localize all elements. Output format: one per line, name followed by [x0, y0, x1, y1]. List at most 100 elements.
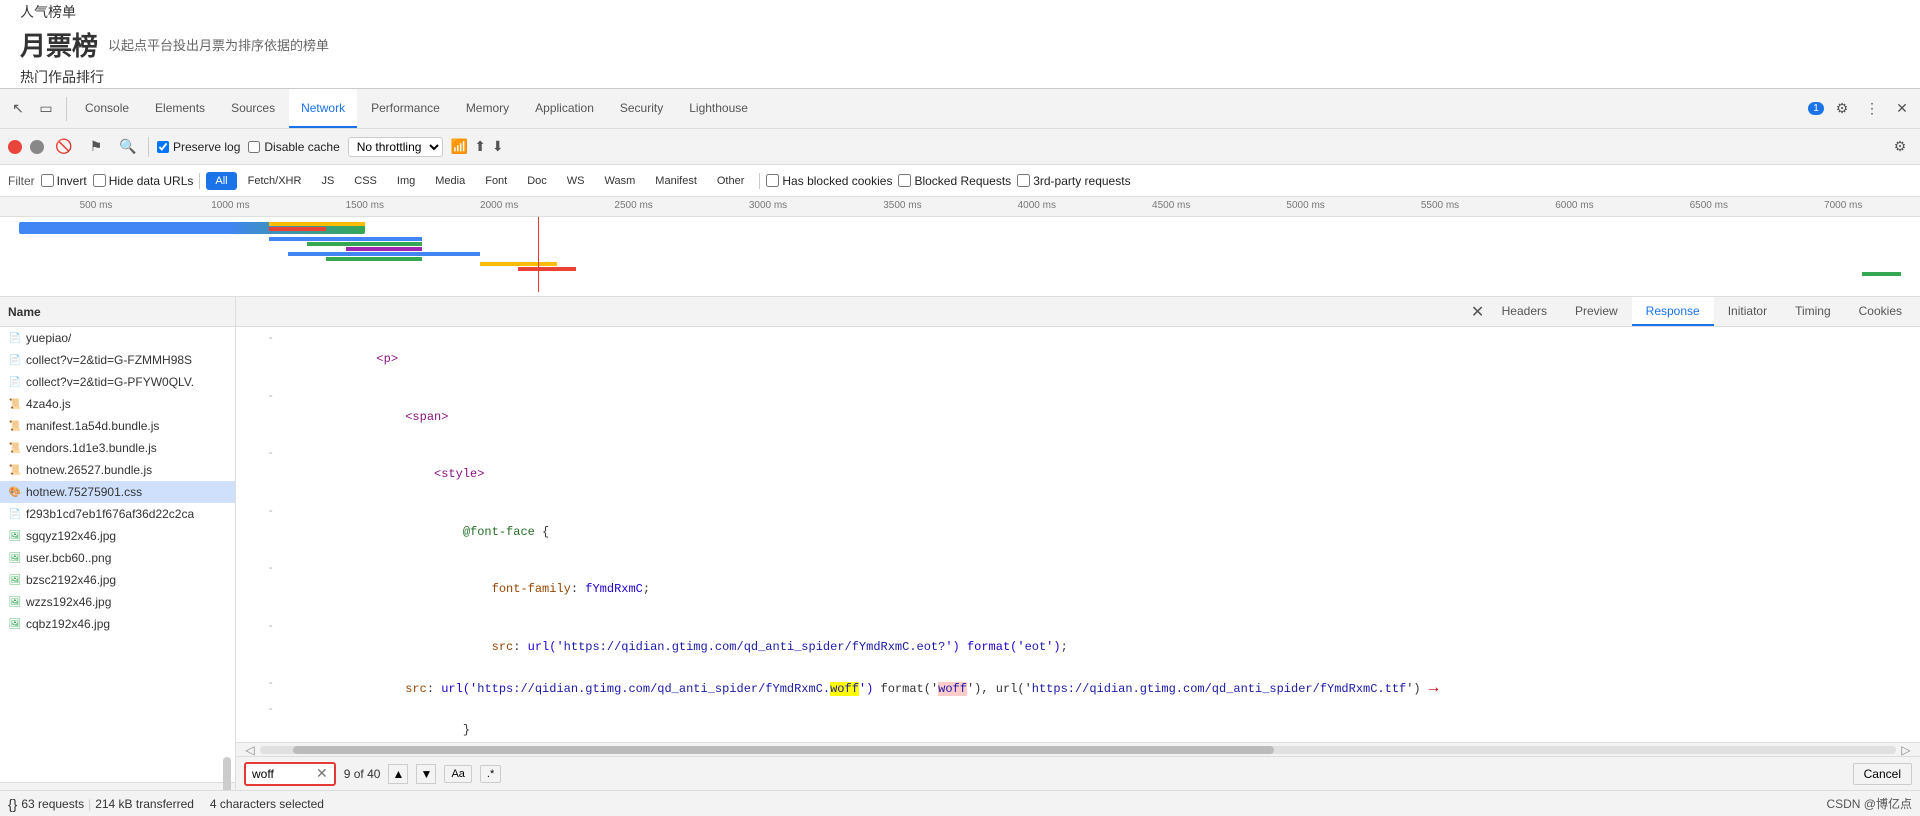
preserve-log-label[interactable]: Preserve log: [157, 140, 240, 154]
scroll-left-btn[interactable]: ◁: [240, 743, 260, 757]
file-list-scrollbar-thumb[interactable]: [223, 757, 231, 791]
filter-type-font[interactable]: Font: [476, 172, 516, 190]
blocked-requests-checkbox[interactable]: [898, 174, 911, 187]
third-party-checkbox[interactable]: [1017, 174, 1030, 187]
response-tabs: ✕ Headers Preview Response Initiator Tim…: [236, 297, 1920, 327]
code-content: }: [290, 702, 1912, 742]
file-item-wzzs[interactable]: 🖼 wzzs192x46.jpg: [0, 591, 235, 613]
clear-search-button[interactable]: ✕: [316, 765, 328, 782]
filter-type-media[interactable]: Media: [426, 172, 474, 190]
scrollbar-thumb[interactable]: [293, 746, 1275, 754]
hide-data-urls-checkbox[interactable]: [93, 174, 106, 187]
filter-type-doc[interactable]: Doc: [518, 172, 556, 190]
file-item-manifest[interactable]: 📜 manifest.1a54d.bundle.js: [0, 415, 235, 437]
file-name: yuepiao/: [26, 331, 71, 345]
select-icon[interactable]: ↖: [6, 97, 30, 121]
file-item-4za4o[interactable]: 📜 4za4o.js: [0, 393, 235, 415]
tab-memory[interactable]: Memory: [454, 89, 521, 128]
file-name: user.bcb60..png: [26, 551, 111, 565]
file-name: hotnew.75275901.css: [26, 485, 142, 499]
prev-result-button[interactable]: ▲: [388, 764, 408, 784]
filter-type-other[interactable]: Other: [708, 172, 754, 190]
settings-icon[interactable]: ⚙: [1830, 97, 1854, 121]
code-content: <span>: [290, 389, 1912, 447]
file-name: collect?v=2&tid=G-PFYW0QLV.: [26, 375, 194, 389]
filter-icon[interactable]: ⚑: [84, 135, 108, 159]
file-item-sgqyz[interactable]: 🖼 sgqyz192x46.jpg: [0, 525, 235, 547]
close-panel-button[interactable]: ✕: [1468, 302, 1488, 322]
tab-sources[interactable]: Sources: [219, 89, 287, 128]
file-item-f293b[interactable]: 📄 f293b1cd7eb1f676af36d22c2ca: [0, 503, 235, 525]
status-right-text: CSDN @博亿点: [1826, 795, 1912, 812]
upload-icon[interactable]: ⬆: [474, 138, 486, 155]
filter-type-fetch[interactable]: Fetch/XHR: [239, 172, 311, 190]
has-blocked-checkbox[interactable]: [766, 174, 779, 187]
scrollbar-track[interactable]: [260, 746, 1896, 754]
filter-type-js[interactable]: JS: [312, 172, 343, 190]
tab-security[interactable]: Security: [608, 89, 675, 128]
search-input[interactable]: [252, 767, 312, 781]
tab-network[interactable]: Network: [289, 89, 357, 128]
device-icon[interactable]: ▭: [34, 97, 58, 121]
tab-console[interactable]: Console: [73, 89, 141, 128]
blocked-requests-label[interactable]: Blocked Requests: [898, 174, 1011, 188]
file-list-body[interactable]: 📄 yuepiao/ 📄 collect?v=2&tid=G-FZMMH98S …: [0, 327, 235, 782]
tab-initiator[interactable]: Initiator: [1714, 297, 1781, 326]
filter-type-ws[interactable]: WS: [558, 172, 594, 190]
tab-timing[interactable]: Timing: [1781, 297, 1845, 326]
file-item-hotnew-css[interactable]: 🎨 hotnew.75275901.css: [0, 481, 235, 503]
tab-cookies[interactable]: Cookies: [1845, 297, 1916, 326]
file-item-vendors[interactable]: 📜 vendors.1d1e3.bundle.js: [0, 437, 235, 459]
code-viewer[interactable]: - <p> - <span> - <style>: [236, 327, 1920, 742]
file-item-collect2[interactable]: 📄 collect?v=2&tid=G-PFYW0QLV.: [0, 371, 235, 393]
invert-label[interactable]: Invert: [41, 174, 87, 188]
tab-performance[interactable]: Performance: [359, 89, 452, 128]
wifi-icon[interactable]: 📶: [451, 138, 468, 155]
disable-cache-label[interactable]: Disable cache: [248, 140, 339, 154]
record-button[interactable]: [8, 140, 22, 154]
preserve-log-checkbox[interactable]: [157, 141, 169, 153]
file-item-yuepiao[interactable]: 📄 yuepiao/: [0, 327, 235, 349]
tab-preview[interactable]: Preview: [1561, 297, 1632, 326]
tab-lighthouse[interactable]: Lighthouse: [677, 89, 760, 128]
filter-type-img[interactable]: Img: [388, 172, 424, 190]
file-item-cqbz[interactable]: 🖼 cqbz192x46.jpg: [0, 613, 235, 635]
tick-1000: 1000 ms: [211, 200, 249, 211]
horizontal-scrollbar[interactable]: ◁ ▷: [236, 742, 1920, 756]
tab-response[interactable]: Response: [1632, 297, 1714, 326]
filter-type-wasm[interactable]: Wasm: [596, 172, 645, 190]
close-icon[interactable]: ✕: [1890, 97, 1914, 121]
more-icon[interactable]: ⋮: [1860, 97, 1884, 121]
tab-application[interactable]: Application: [523, 89, 606, 128]
code-line: - @font-face {: [236, 504, 1920, 562]
scroll-right-btn[interactable]: ▷: [1896, 743, 1916, 757]
search-icon[interactable]: 🔍: [116, 135, 140, 159]
file-item-bzsc[interactable]: 🖼 bzsc2192x46.jpg: [0, 569, 235, 591]
download-icon[interactable]: ⬇: [492, 138, 504, 155]
file-item-user[interactable]: 🖼 user.bcb60..png: [0, 547, 235, 569]
third-party-label[interactable]: 3rd-party requests: [1017, 174, 1130, 188]
file-item-collect1[interactable]: 📄 collect?v=2&tid=G-FZMMH98S: [0, 349, 235, 371]
invert-checkbox[interactable]: [41, 174, 54, 187]
timeline-bar-9: [480, 262, 557, 266]
tab-elements[interactable]: Elements: [143, 89, 217, 128]
has-blocked-label[interactable]: Has blocked cookies: [766, 174, 892, 188]
network-settings-icon[interactable]: ⚙: [1888, 135, 1912, 159]
filter-type-manifest[interactable]: Manifest: [646, 172, 706, 190]
match-case-button[interactable]: Aa: [444, 765, 471, 783]
use-regex-button[interactable]: .*: [480, 765, 501, 783]
hide-data-urls-label[interactable]: Hide data URLs: [93, 174, 194, 188]
file-doc-icon: 📄: [8, 507, 22, 521]
tab-headers[interactable]: Headers: [1488, 297, 1561, 326]
next-result-button[interactable]: ▼: [416, 764, 436, 784]
disable-cache-checkbox[interactable]: [248, 141, 260, 153]
file-name: collect?v=2&tid=G-FZMMH98S: [26, 353, 192, 367]
filter-type-css[interactable]: CSS: [345, 172, 386, 190]
filter-type-all[interactable]: All: [206, 172, 236, 190]
stop-button[interactable]: [30, 140, 44, 154]
code-content: @font-face {: [290, 504, 1912, 562]
clear-icon[interactable]: 🚫: [52, 135, 76, 159]
throttle-select[interactable]: No throttling: [348, 137, 443, 157]
file-item-hotnew-js[interactable]: 📜 hotnew.26527.bundle.js: [0, 459, 235, 481]
cancel-button[interactable]: Cancel: [1853, 763, 1912, 785]
